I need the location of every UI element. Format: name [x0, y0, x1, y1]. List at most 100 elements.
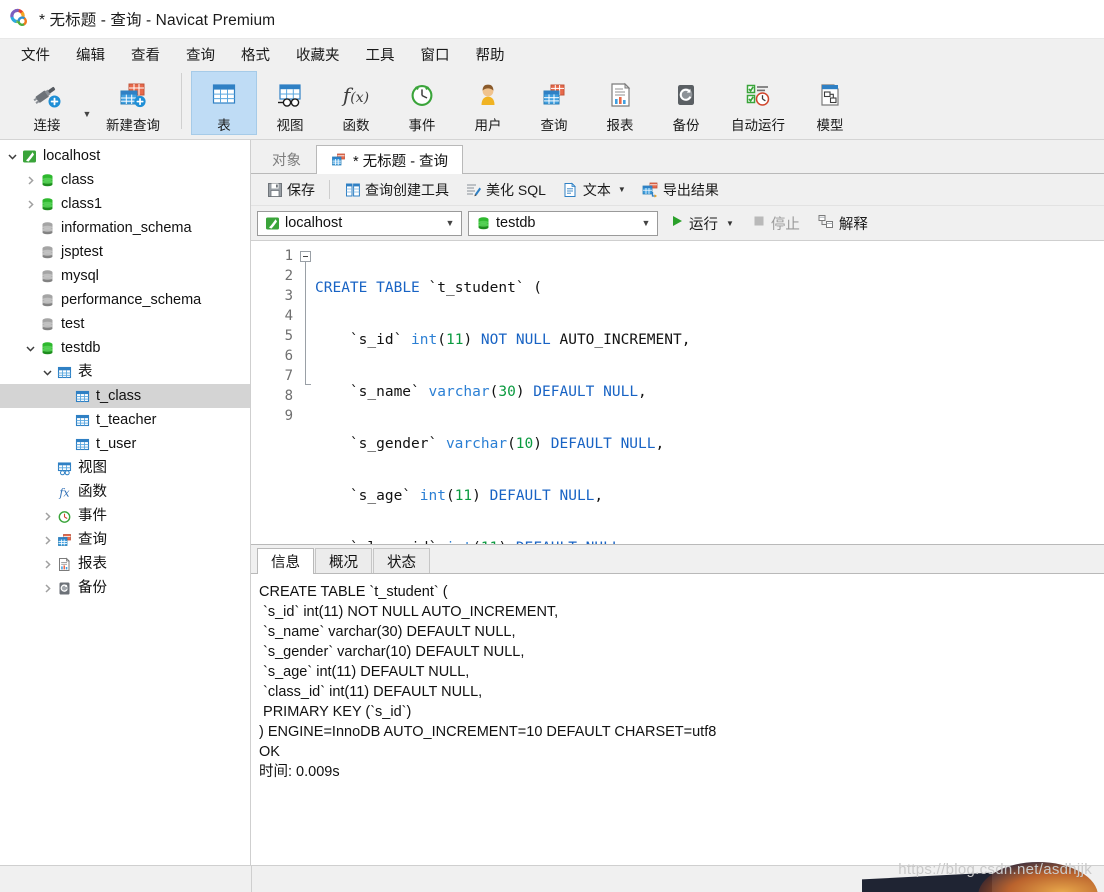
chevron-right-icon[interactable]: [39, 532, 55, 548]
navicat-window: * 无标题 - 查询 - Navicat Premium 文件 编辑 查看 查询…: [0, 0, 1104, 892]
explain-icon: [818, 214, 834, 233]
no-chevron-icon: [22, 292, 38, 308]
tree-node-t-user[interactable]: t_user: [0, 432, 250, 456]
chevron-right-icon[interactable]: [39, 508, 55, 524]
toolbar-separator: [329, 180, 330, 199]
menu-file[interactable]: 文件: [8, 40, 63, 69]
tree-node-queries[interactable]: 查询: [0, 528, 250, 552]
tree-node-functions[interactable]: fx 函数: [0, 480, 250, 504]
tree-label: 视图: [78, 459, 107, 476]
ribbon-function-button[interactable]: f(x) 函数: [323, 71, 389, 135]
menu-help[interactable]: 帮助: [463, 40, 518, 69]
chevron-down-icon[interactable]: ▼: [442, 218, 458, 228]
text-mode-button[interactable]: 文本 ▼: [554, 176, 634, 204]
run-button[interactable]: 运行 ▼: [664, 209, 740, 238]
menu-format[interactable]: 格式: [228, 40, 283, 69]
ribbon-automation-label: 自动运行: [731, 118, 785, 133]
chevron-down-icon[interactable]: ▼: [618, 185, 626, 194]
chevron-down-icon[interactable]: [22, 340, 38, 356]
tree-label: t_class: [96, 387, 142, 404]
stop-button[interactable]: 停止: [746, 209, 806, 238]
menu-query[interactable]: 查询: [173, 40, 228, 69]
tree-node-mysql[interactable]: mysql: [0, 264, 250, 288]
tree-node-test[interactable]: test: [0, 312, 250, 336]
chevron-right-icon[interactable]: [22, 196, 38, 212]
function-icon: f(x): [339, 76, 373, 113]
ribbon-connection-button[interactable]: 连接: [14, 71, 80, 135]
ribbon-event-button[interactable]: 事件: [389, 71, 455, 135]
tab-objects[interactable]: 对象: [257, 145, 316, 173]
ribbon-table-label: 表: [217, 118, 231, 133]
ribbon-query-button[interactable]: 查询: [521, 71, 587, 135]
stop-icon: [752, 214, 766, 232]
event-icon: [55, 508, 73, 524]
export-result-button[interactable]: 导出结果: [634, 176, 727, 204]
tree-node-performance-schema[interactable]: performance_schema: [0, 288, 250, 312]
result-tab-message-label: 信息: [271, 555, 300, 571]
beautify-sql-button[interactable]: 美化 SQL: [457, 176, 554, 204]
tree-node-class[interactable]: class: [0, 168, 250, 192]
tree-node-views[interactable]: 视图: [0, 456, 250, 480]
no-chevron-icon: [22, 316, 38, 332]
connection-select[interactable]: localhost ▼: [257, 210, 462, 236]
tab-untitled-query[interactable]: * 无标题 - 查询: [316, 145, 464, 174]
ribbon-table-button[interactable]: 表: [191, 71, 257, 135]
menu-edit[interactable]: 编辑: [63, 40, 118, 69]
save-button[interactable]: 保存: [258, 176, 323, 204]
result-tab-status[interactable]: 状态: [373, 548, 430, 573]
tree-node-localhost[interactable]: localhost: [0, 144, 250, 168]
query-builder-button[interactable]: 查询创建工具: [336, 176, 457, 204]
tree-node-information-schema[interactable]: information_schema: [0, 216, 250, 240]
ribbon-automation-button[interactable]: 自动运行: [719, 71, 797, 135]
result-tab-status-label: 状态: [387, 554, 416, 571]
tree-node-class1[interactable]: class1: [0, 192, 250, 216]
chevron-down-icon[interactable]: [4, 148, 20, 164]
explain-button[interactable]: 解释: [812, 209, 874, 238]
text-mode-label: 文本: [582, 181, 611, 198]
tree-node-t-teacher[interactable]: t_teacher: [0, 408, 250, 432]
menu-tools[interactable]: 工具: [353, 40, 408, 69]
tree-node-jsptest[interactable]: jsptest: [0, 240, 250, 264]
menu-window[interactable]: 窗口: [408, 40, 463, 69]
main-pane: 对象 * 无标题 - 查询 保存 查询创建工具 美化 SQL 文本 ▼ 导出结果…: [251, 140, 1104, 865]
menu-favorites[interactable]: 收藏夹: [283, 40, 353, 69]
ribbon-query-label: 查询: [540, 118, 568, 133]
no-chevron-icon: [22, 268, 38, 284]
chevron-right-icon[interactable]: [39, 580, 55, 596]
table-icon: [73, 388, 91, 404]
chevron-down-icon[interactable]: ▼: [638, 218, 654, 228]
ribbon-report-label: 报表: [606, 118, 634, 133]
tree-node-t-class[interactable]: t_class: [0, 384, 250, 408]
table-folder-icon: [55, 364, 73, 380]
connection-dropdown-caret-icon[interactable]: ▼: [80, 109, 94, 119]
ribbon-user-button[interactable]: 用户: [455, 71, 521, 135]
tree-node-backups[interactable]: 备份: [0, 576, 250, 600]
chevron-down-icon[interactable]: ▼: [726, 219, 734, 228]
menu-view[interactable]: 查看: [118, 40, 173, 69]
fold-collapse-icon[interactable]: [300, 251, 311, 262]
ribbon-user-label: 用户: [474, 118, 502, 133]
ribbon-report-button[interactable]: 报表: [587, 71, 653, 135]
ribbon-backup-button[interactable]: 备份: [653, 71, 719, 135]
database-gray-icon: [38, 220, 56, 236]
ribbon-new-query-button[interactable]: 新建查询: [94, 71, 172, 135]
export-result-label: 导出结果: [662, 181, 719, 198]
tree-node-testdb[interactable]: testdb: [0, 336, 250, 360]
navigation-sidebar[interactable]: localhost class class1 information_schem…: [0, 140, 251, 865]
result-tab-message[interactable]: 信息: [257, 548, 314, 574]
tree-node-reports[interactable]: 报表: [0, 552, 250, 576]
chevron-right-icon[interactable]: [39, 556, 55, 572]
chevron-down-icon[interactable]: [39, 364, 55, 380]
ribbon-view-button[interactable]: 视图: [257, 71, 323, 135]
query-tab-icon: [331, 153, 348, 168]
chevron-right-icon[interactable]: [22, 172, 38, 188]
database-select[interactable]: testdb ▼: [468, 210, 658, 236]
table-icon: [207, 76, 241, 113]
result-tab-profile[interactable]: 概况: [315, 548, 372, 573]
tree-node-events[interactable]: 事件: [0, 504, 250, 528]
sql-code-content[interactable]: CREATE TABLE `t_student` ( `s_id` int(11…: [315, 241, 1104, 544]
tree-node-tables-folder[interactable]: 表: [0, 360, 250, 384]
sql-editor[interactable]: 1 2 3 4 5 6 7 8 9 CREATE TABLE `t_studen…: [251, 241, 1104, 544]
code-fold-column[interactable]: [299, 241, 315, 544]
ribbon-model-button[interactable]: 模型: [797, 71, 863, 135]
